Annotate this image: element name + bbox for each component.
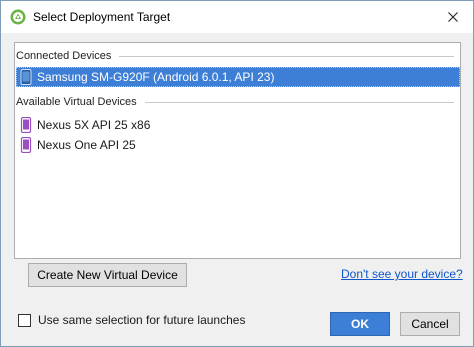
ok-button[interactable]: OK <box>330 312 390 336</box>
virtual-devices-header: Available Virtual Devices <box>15 94 460 110</box>
device-help-link[interactable]: Don't see your device? <box>341 267 463 281</box>
title-bar[interactable]: Select Deployment Target <box>1 1 473 33</box>
section-divider <box>144 101 454 103</box>
deployment-target-dialog: Select Deployment Target Connected Devic… <box>0 0 474 347</box>
remember-selection-checkbox[interactable] <box>18 313 31 327</box>
device-row-nexus-one[interactable]: Nexus One API 25 <box>16 135 460 155</box>
android-studio-icon <box>10 9 26 25</box>
device-name: Samsung SM-G920F (Android 6.0.1, API 23) <box>37 70 275 84</box>
virtual-devices-label: Available Virtual Devices <box>16 96 137 108</box>
device-name: Nexus 5X API 25 x86 <box>37 118 151 132</box>
emulator-phone-icon <box>20 137 32 153</box>
connected-devices-label: Connected Devices <box>16 50 112 62</box>
close-icon <box>448 12 458 22</box>
phone-icon <box>20 69 32 85</box>
cancel-button[interactable]: Cancel <box>400 312 460 336</box>
emulator-phone-icon <box>20 117 32 133</box>
remember-selection-option[interactable]: Use same selection for future launches <box>18 313 245 327</box>
device-row-samsung[interactable]: Samsung SM-G920F (Android 6.0.1, API 23) <box>16 67 460 87</box>
section-divider <box>119 55 454 57</box>
dialog-title: Select Deployment Target <box>33 10 171 24</box>
close-button[interactable] <box>441 5 465 29</box>
connected-devices-header: Connected Devices <box>15 48 460 64</box>
device-name: Nexus One API 25 <box>37 138 136 152</box>
device-list[interactable]: Connected Devices Samsung SM-G920F (Andr… <box>14 42 461 259</box>
device-row-nexus-5x[interactable]: Nexus 5X API 25 x86 <box>16 115 460 135</box>
create-virtual-device-button[interactable]: Create New Virtual Device <box>28 263 187 287</box>
remember-selection-label: Use same selection for future launches <box>38 313 246 327</box>
